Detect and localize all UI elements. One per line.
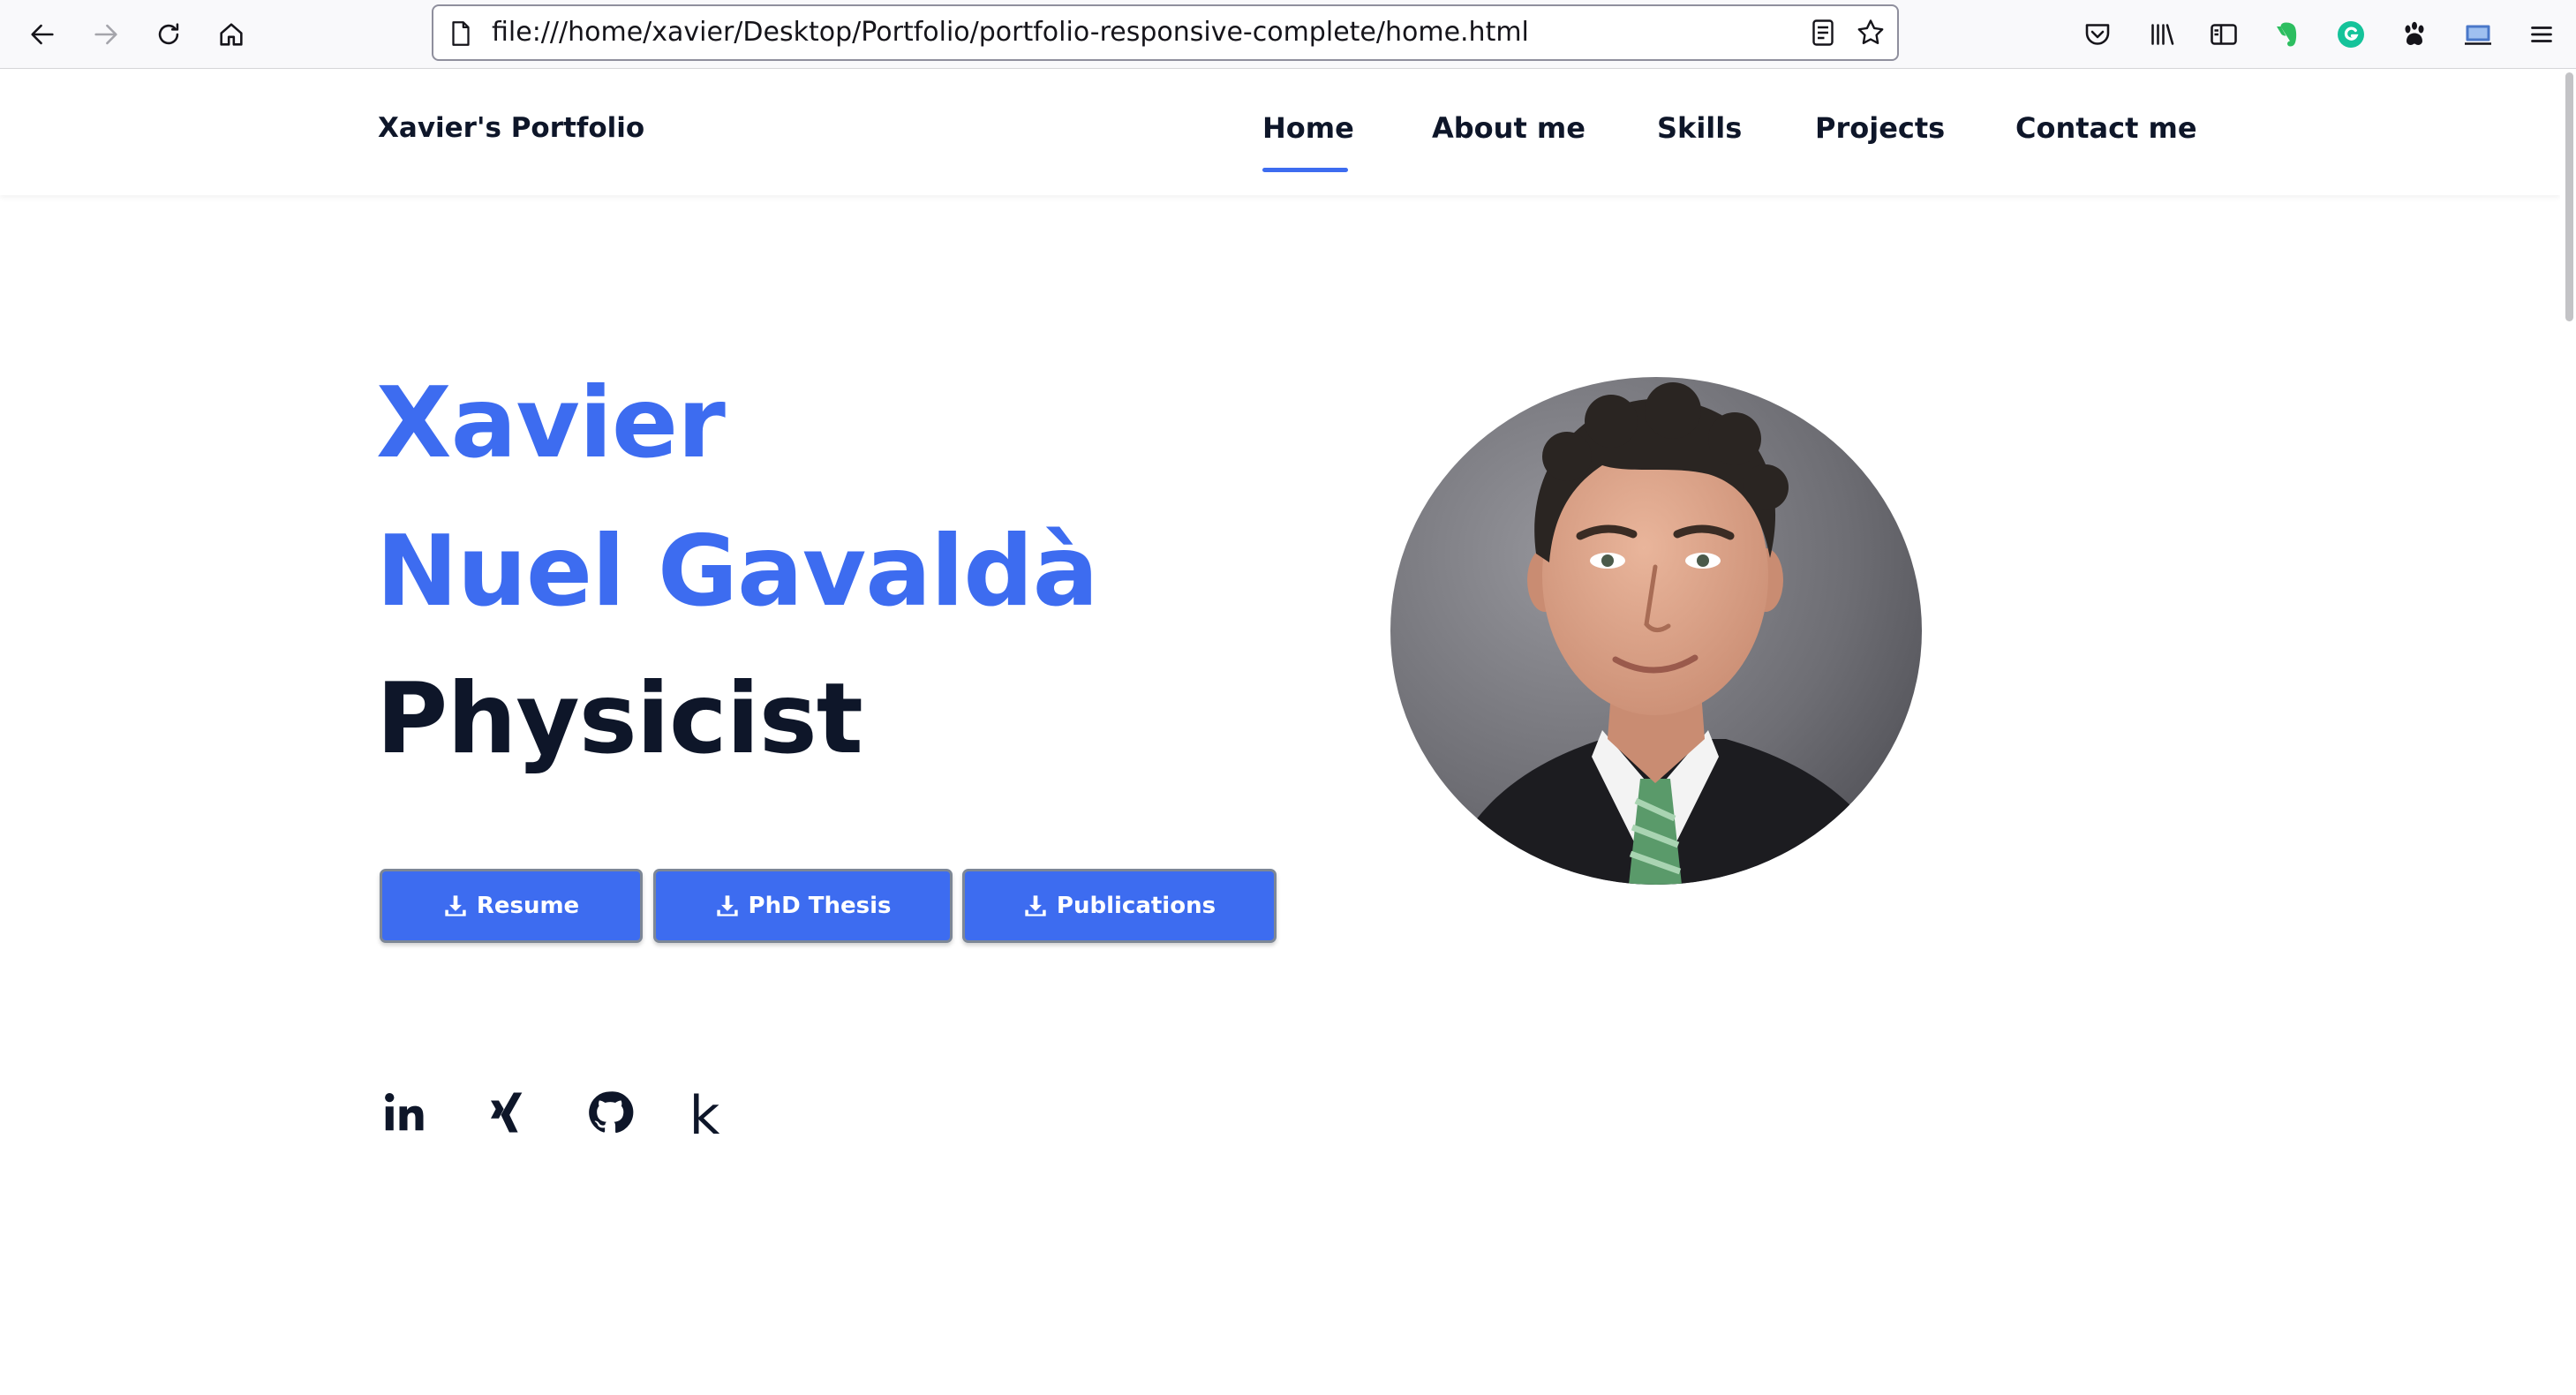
bookmark-star-icon[interactable] [1855, 17, 1887, 49]
grammarly-icon [2338, 21, 2364, 48]
reload-button[interactable] [146, 11, 192, 57]
home-icon [220, 23, 243, 46]
profile-portrait [1390, 377, 1922, 885]
scrollbar-thumb[interactable] [2565, 72, 2573, 321]
nav-contact-me[interactable]: Contact me [2015, 111, 2197, 145]
reload-icon [158, 23, 179, 45]
nav-skills[interactable]: Skills [1657, 111, 1742, 145]
site-header: Xavier's Portfolio Home About me Skills … [0, 70, 2560, 195]
kaggle-link[interactable]: k [679, 1090, 730, 1142]
phd-thesis-button-label: PhD Thesis [748, 893, 892, 919]
site-logo[interactable]: Xavier's Portfolio [378, 112, 644, 144]
linkedin-icon [385, 1092, 424, 1131]
pocket-button[interactable] [2077, 14, 2118, 55]
grammarly-button[interactable] [2331, 14, 2371, 55]
xing-icon [491, 1092, 523, 1133]
download-icon [1025, 895, 1046, 916]
download-icon [445, 895, 466, 916]
linkedin-link[interactable] [378, 1086, 429, 1139]
hero-first-name: Xavier [376, 366, 726, 480]
github-link[interactable] [584, 1086, 636, 1139]
url-text[interactable]: file:///home/xavier/Desktop/Portfolio/po… [492, 6, 1529, 59]
kaggle-icon: k [689, 1085, 720, 1147]
nav-home[interactable]: Home [1262, 111, 1354, 145]
nav-about-me[interactable]: About me [1432, 111, 1586, 145]
forward-icon [94, 24, 117, 45]
nav-active-underline [1262, 168, 1348, 172]
paw-icon [2405, 21, 2424, 45]
back-button[interactable] [19, 11, 65, 57]
reader-view-icon[interactable] [1807, 17, 1839, 49]
menu-button[interactable] [2521, 14, 2562, 55]
menu-icon [2531, 26, 2552, 42]
page: file:///home/xavier/Desktop/Portfolio/po… [0, 0, 2576, 1395]
phd-thesis-button[interactable]: PhD Thesis [653, 869, 953, 943]
library-icon [2151, 24, 2174, 45]
resume-button-label: Resume [476, 893, 580, 919]
hero-profession: Physicist [376, 662, 863, 776]
download-icon [716, 895, 738, 916]
publications-button[interactable]: Publications [962, 869, 1277, 943]
sidebar-icon [2211, 24, 2237, 45]
screen-icon [2465, 25, 2491, 45]
paw-button[interactable] [2394, 14, 2435, 55]
nav-projects[interactable]: Projects [1815, 111, 1945, 145]
page-icon [452, 21, 470, 46]
back-icon [31, 24, 54, 45]
profile-photo [1390, 377, 1922, 885]
url-bar[interactable]: file:///home/xavier/Desktop/Portfolio/po… [432, 4, 1899, 61]
github-icon [589, 1091, 634, 1133]
xing-link[interactable] [481, 1086, 532, 1139]
library-button[interactable] [2142, 14, 2182, 55]
pocket-icon [2085, 24, 2110, 45]
evernote-icon [2277, 22, 2297, 47]
home-button[interactable] [208, 11, 254, 57]
forward-button[interactable] [83, 11, 129, 57]
sidebar-button[interactable] [2203, 14, 2244, 55]
hero-last-name: Nuel Gavaldà [376, 515, 1099, 629]
resume-button[interactable]: Resume [380, 869, 643, 943]
publications-button-label: Publications [1056, 893, 1216, 919]
browser-toolbar: file:///home/xavier/Desktop/Portfolio/po… [0, 0, 2576, 69]
screen-button[interactable] [2458, 14, 2498, 55]
evernote-button[interactable] [2267, 14, 2308, 55]
